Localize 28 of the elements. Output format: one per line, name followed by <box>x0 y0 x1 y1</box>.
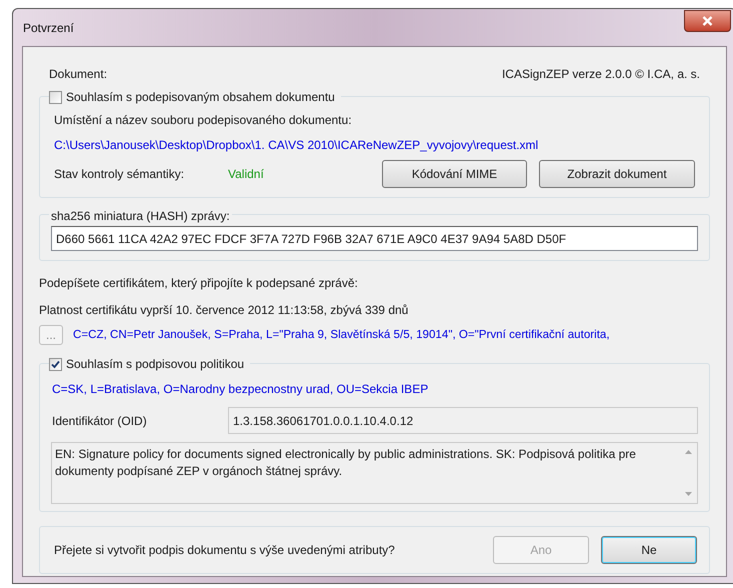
oid-label: Identifikátor (OID) <box>51 412 148 430</box>
checkbox-label[interactable]: Souhlasím s podpisovou politikou <box>66 355 244 373</box>
checkbox[interactable] <box>49 90 62 104</box>
certificate-subject: C=CZ, CN=Petr Janoušek, S=Praha, L="Praha 9, Slavětínská 5/5, 19014", O="První certifikační autorita, <box>73 327 610 344</box>
view-document-button[interactable]: Zobrazit dokument <box>539 160 695 188</box>
scroll-down-icon[interactable] <box>685 492 692 496</box>
hash-field[interactable]: D660 5661 11CA 42A2 97EC FDCF 3F7A 727D F96B 32A7 671E A9C0 4E37 9A94 5A8D D50F <box>51 226 698 251</box>
file-path: C:\Users\Janousek\Desktop\Dropbox\1. CA\VS 2010\ICAReNewZEP_vyvojovy\request.xml <box>54 137 540 154</box>
validity-text: Platnost certifikátu vyprší 10. července 2012 11:13:58, zbývá 339 dnů <box>39 302 410 319</box>
close-button[interactable] <box>684 10 731 32</box>
semantics-label: Stav kontroly sémantiky: <box>54 166 186 183</box>
oid-field[interactable]: 1.3.158.36061701.0.0.1.10.4.0.12 <box>228 407 698 434</box>
close-icon <box>702 16 713 26</box>
location-label: Umístění a název souboru podepisovaného dokumentu: <box>54 112 353 129</box>
window-title: Potvrzení <box>22 20 74 36</box>
checkbox[interactable] <box>49 358 62 370</box>
default-button[interactable]: Ne <box>601 536 697 564</box>
question-text: Přejete si vytvořit podpis dokumentu s výše uvedenými atributy? <box>54 542 396 559</box>
description-box[interactable]: EN: Signature policy for documents signed electronically by public administrations. SK: Podpisová politika pre dokumenty podpísané ZEP v orgánoch štátnej správy. <box>51 442 698 504</box>
semantics-status: Validní <box>228 166 264 183</box>
policy-issuer: C=SK, L=Bratislava, O=Narodny bezpecnostny urad, OU=Sekcia IBEP <box>51 381 430 398</box>
document-label: Dokument: <box>49 66 108 83</box>
mime-button[interactable]: Kódování MIME <box>382 160 527 188</box>
certificate-intro: Podepíšete certifikátem, který připojíte k podepsané zprávě: <box>39 275 359 292</box>
version-text: ICASignZEP verze 2.0.0 © I.CA, a. s. <box>502 66 700 83</box>
description-text: EN: Signature policy for documents signed electronically by public administrations. SK: Podpisová politika pre dokumenty podpísané ZEP v orgánoch štátnej správy. <box>54 446 637 480</box>
checkbox-label[interactable]: Souhlasím s podepisovaným obsahem dokumentu <box>66 88 335 106</box>
scroll-up-icon[interactable] <box>685 450 692 454</box>
